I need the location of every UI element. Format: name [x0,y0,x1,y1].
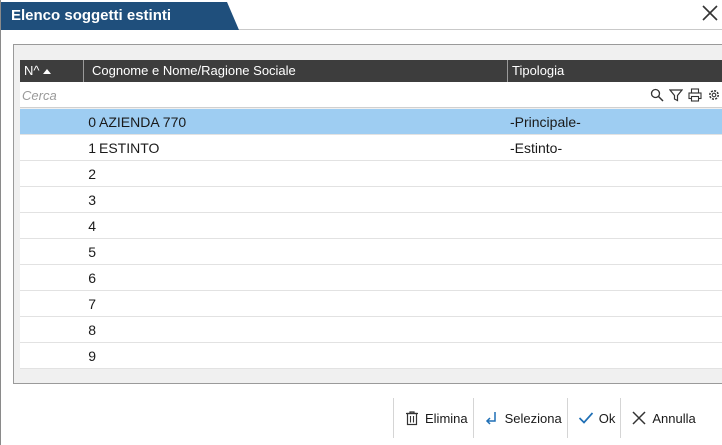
row-tipologia [510,161,720,187]
sort-ascending-icon [42,69,51,75]
table-row[interactable]: 5 [20,239,722,265]
grid-panel: N^ Cognome e Nome/Ragione Sociale Tipolo… [13,44,722,384]
elimina-button[interactable]: Elimina [393,398,473,438]
ok-label: Ok [598,410,616,426]
ok-button[interactable]: Ok [566,398,621,438]
row-tipologia [510,187,720,213]
dialog-window: Elenco soggetti estinti N^ Cognome e Nom… [0,0,722,445]
checkmark-icon [578,412,593,424]
row-number: 3 [88,192,96,208]
row-number: 4 [88,218,96,234]
row-name [99,187,499,213]
row-name [99,317,499,343]
search-icon [650,88,664,102]
window-title: Elenco soggetti estinti [1,2,239,30]
row-name [99,239,499,265]
table-row[interactable]: 8 [20,317,722,343]
footer-toolbar: Elimina Seleziona Ok Annulla [393,398,701,438]
trash-icon [406,411,418,426]
row-tipologia [510,291,720,317]
table-row[interactable]: 3 [20,187,722,213]
row-number: 9 [88,348,96,364]
row-number: 7 [88,296,96,312]
search-button[interactable] [649,86,665,104]
row-tipologia [510,239,720,265]
row-number: 2 [88,166,96,182]
close-icon [702,5,718,21]
filter-icon [669,89,683,102]
column-header-tipologia[interactable]: Tipologia [508,60,722,82]
grid-header: N^ Cognome e Nome/Ragione Sociale Tipolo… [20,60,722,82]
row-tipologia: -Estinto- [510,140,563,156]
annulla-button[interactable]: Annulla [620,398,700,438]
row-tipologia [510,265,720,291]
filter-row [20,82,722,108]
row-number: 1 [88,140,96,156]
cancel-x-icon [632,411,646,425]
settings-button[interactable] [706,86,722,104]
table-row[interactable]: 0 AZIENDA 770 -Principale- [20,109,722,135]
row-name [99,213,499,239]
row-name [99,291,499,317]
annulla-label: Annulla [652,410,696,426]
row-number: 5 [88,244,96,260]
grid-tools [649,86,722,104]
row-name [99,265,499,291]
close-button[interactable] [701,4,722,26]
seleziona-button[interactable]: Seleziona [472,398,567,438]
column-header-name[interactable]: Cognome e Nome/Ragione Sociale [84,60,508,82]
filter-button[interactable] [668,86,684,104]
row-tipologia [510,213,720,239]
table-row[interactable]: 4 [20,213,722,239]
table-row[interactable]: 2 [20,161,722,187]
row-name [99,343,499,369]
seleziona-label: Seleziona [504,410,562,426]
table-row[interactable]: 6 [20,265,722,291]
grid-rows: 0 AZIENDA 770 -Principale- 1 ESTINTO -Es… [20,109,722,369]
title-bar: Elenco soggetti estinti [1,0,722,30]
settings-icon [709,90,719,100]
row-name: AZIENDA 770 [99,114,187,130]
table-row[interactable]: 1 ESTINTO -Estinto- [20,135,722,161]
row-tipologia [510,343,720,369]
print-icon [688,88,702,102]
enter-arrow-icon [485,412,496,425]
row-tipologia: -Principale- [510,114,581,130]
row-tipologia [510,317,720,343]
table-row[interactable]: 7 [20,291,722,317]
print-button[interactable] [687,86,703,104]
search-input[interactable] [22,85,622,105]
row-number: 6 [88,270,96,286]
column-header-number[interactable]: N^ [20,60,84,82]
row-number: 0 [88,114,96,130]
elimina-label: Elimina [425,410,468,426]
row-number: 8 [88,322,96,338]
table-row[interactable]: 9 [20,343,722,369]
row-name [99,161,499,187]
row-name: ESTINTO [99,140,160,156]
